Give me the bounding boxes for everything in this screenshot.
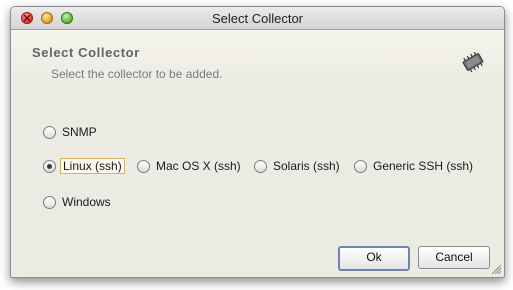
radio-option-windows[interactable]: Windows: [43, 194, 113, 210]
radio-button[interactable]: [137, 159, 150, 173]
title-bar[interactable]: Select Collector: [11, 7, 504, 30]
radio-option-snmp[interactable]: SNMP: [43, 124, 99, 140]
radio-option-generic-ssh[interactable]: Generic SSH (ssh): [354, 158, 475, 174]
dialog-window: Select Collector Select Collector Select…: [10, 6, 505, 278]
radio-button[interactable]: [43, 195, 56, 209]
radio-button[interactable]: [43, 125, 56, 139]
radio-option-solaris-ssh[interactable]: Solaris (ssh): [254, 158, 342, 174]
dialog-subtitle: Select the collector to be added.: [51, 67, 223, 81]
dialog-header: Select Collector Select the collector to…: [11, 30, 504, 88]
radio-label: Mac OS X (ssh): [156, 159, 241, 173]
radio-button[interactable]: [354, 159, 367, 173]
radio-label: Generic SSH (ssh): [373, 159, 474, 173]
window-title: Select Collector: [211, 11, 304, 26]
radio-option-mac-os-x-ssh[interactable]: Mac OS X (ssh): [137, 158, 243, 174]
cancel-button[interactable]: Cancel: [418, 246, 490, 269]
radio-button[interactable]: [43, 159, 56, 173]
dialog-heading: Select Collector: [32, 45, 140, 60]
radio-label: Linux (ssh): [60, 158, 125, 174]
ok-button[interactable]: Ok: [338, 246, 410, 271]
dialog-content: Select Collector Select the collector to…: [11, 30, 504, 277]
radio-option-linux-ssh[interactable]: Linux (ssh): [43, 158, 125, 174]
chip-icon: [462, 52, 484, 72]
radio-label: Windows: [62, 195, 111, 209]
resize-grip-icon[interactable]: [491, 264, 502, 275]
radio-label: SNMP: [62, 125, 97, 139]
radio-label: Solaris (ssh): [273, 159, 340, 173]
radio-button[interactable]: [254, 159, 267, 173]
